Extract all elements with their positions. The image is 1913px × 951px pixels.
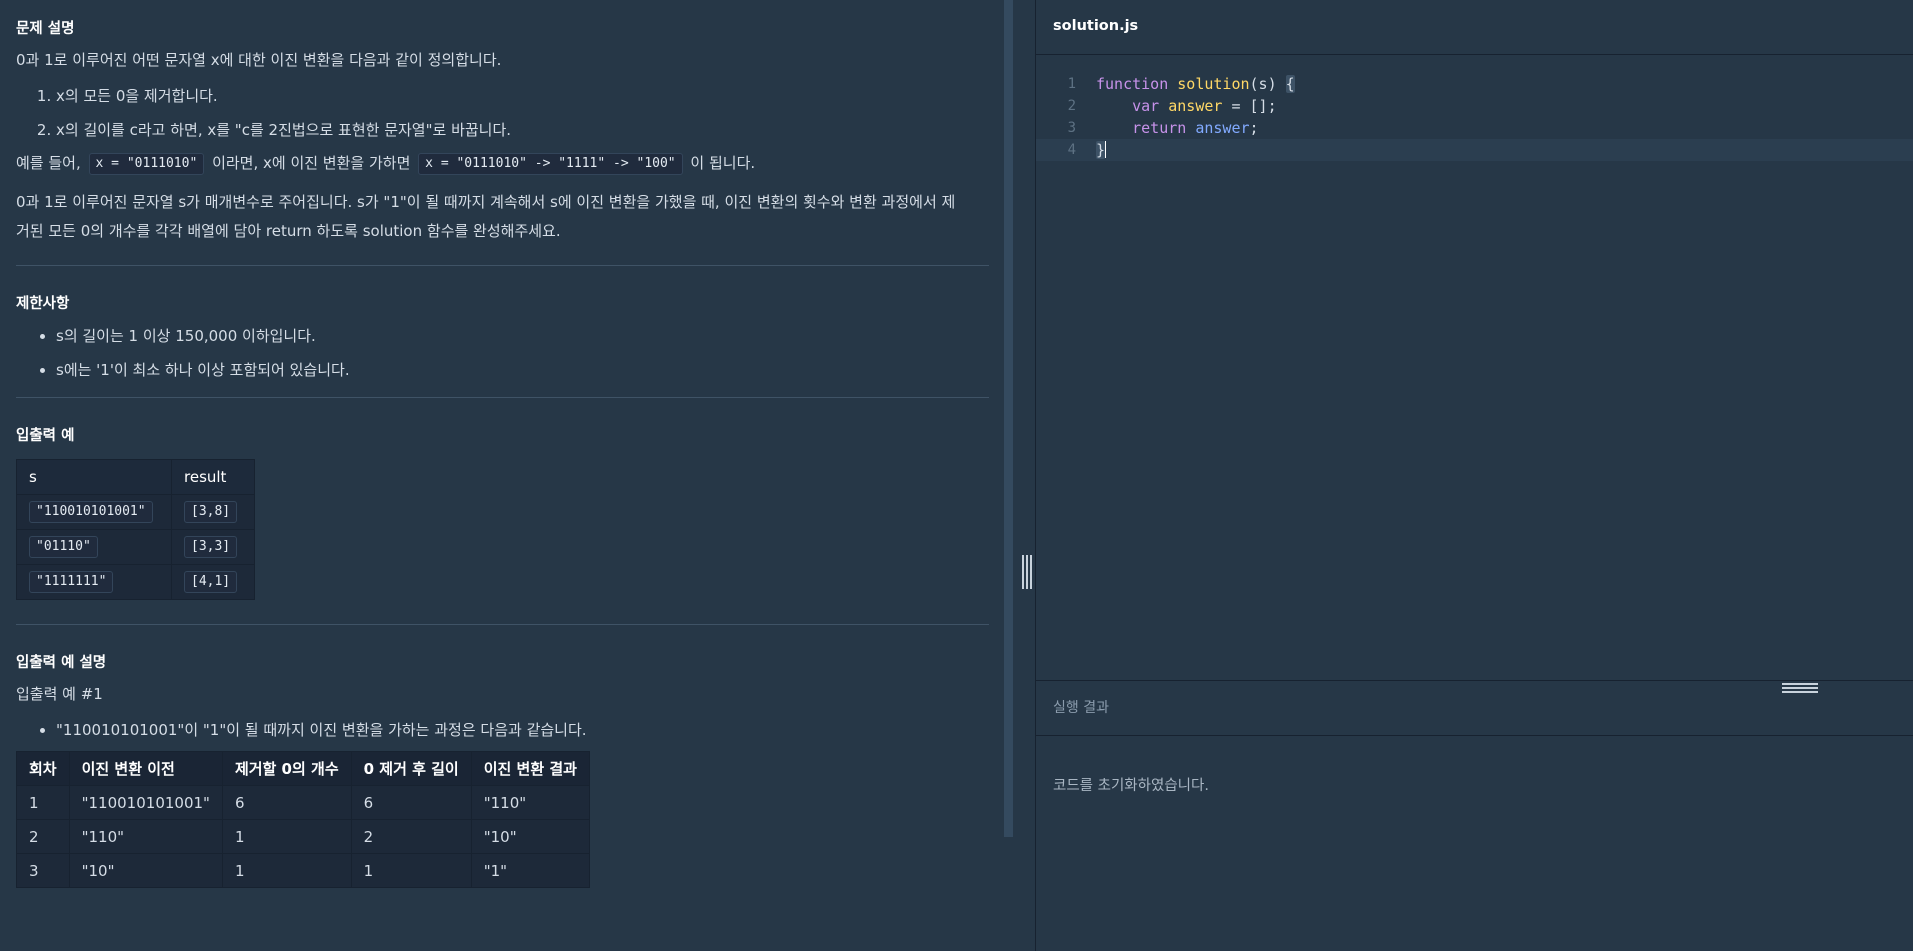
table-cell: "110010101001" xyxy=(68,785,223,820)
problem-steps: x의 모든 0을 제거합니다. x의 길이를 c라고 하면, x를 "c를 2진… xyxy=(16,79,989,147)
table-cell: 1 xyxy=(221,853,352,888)
list-item: s의 길이는 1 이상 150,000 이하입니다. xyxy=(56,319,989,353)
table-cell: 2 xyxy=(16,819,70,854)
example-suffix: 이 됩니다. xyxy=(690,154,756,172)
table-cell: 1 xyxy=(16,785,70,820)
table-cell: 1 xyxy=(350,853,472,888)
table-cell: 6 xyxy=(350,785,472,820)
table-header: 회차 xyxy=(16,751,70,786)
io-explain-title: 입출력 예 설명 xyxy=(16,655,107,671)
problem-title: 문제 설명 xyxy=(16,21,75,37)
list-item: x의 길이를 c라고 하면, x를 "c를 2진법으로 표현한 문자열"로 바꿉… xyxy=(56,113,989,147)
table-cell: "10" xyxy=(68,853,223,888)
example-code-1: x = "0111010" xyxy=(88,153,205,175)
table-header-row: s result xyxy=(16,459,255,495)
table-header: 이진 변환 결과 xyxy=(470,751,590,786)
problem-task-line-1: 0과 1로 이루어진 문자열 s가 매개변수로 주어집니다. s가 "1"이 될… xyxy=(16,193,956,211)
table-cell: 2 xyxy=(350,819,472,854)
problem-panel[interactable]: 문제 설명 0과 1로 이루어진 어떤 문자열 x에 대한 이진 변환을 다음과… xyxy=(0,0,1003,951)
editor-panel: solution.js 1 function solution(s) { 2 v… xyxy=(1035,0,1913,951)
code-line[interactable]: 1 function solution(s) { xyxy=(1036,73,1913,95)
resize-handle-icon[interactable] xyxy=(1022,555,1032,589)
table-row: 2 "110" 1 2 "10" xyxy=(16,819,590,854)
table-header-row: 회차 이진 변환 이전 제거할 0의 개수 0 제거 후 길이 이진 변환 결과 xyxy=(16,751,590,786)
list-item: x의 모든 0을 제거합니다. xyxy=(56,79,989,113)
table-row: 3 "10" 1 1 "1" xyxy=(16,853,590,888)
table-cell: [3,8] xyxy=(171,494,255,530)
line-number: 4 xyxy=(1067,142,1076,158)
panel-divider[interactable] xyxy=(1013,0,1035,951)
io-example-title: 입출력 예 xyxy=(16,428,75,444)
constraints-title: 제한사항 xyxy=(16,296,70,312)
code-line[interactable]: 2 var answer = []; xyxy=(1036,95,1913,117)
table-cell: [4,1] xyxy=(171,564,255,600)
problem-task-line-2: 거된 모든 0의 개수를 각각 배열에 담아 return 하도록 soluti… xyxy=(16,222,561,240)
list-item: "110010101001"이 "1"이 될 때까지 이진 변환을 가하는 과정… xyxy=(56,713,989,747)
table-row: "1111111" [4,1] xyxy=(16,564,255,600)
table-header: 0 제거 후 길이 xyxy=(350,751,472,786)
problem-content: 문제 설명 0과 1로 이루어진 어떤 문자열 x에 대한 이진 변환을 다음과… xyxy=(16,0,989,888)
table-row: "01110" [3,3] xyxy=(16,529,255,565)
table-cell: 6 xyxy=(221,785,352,820)
example-middle: 이라면, x에 이진 변환을 가하면 xyxy=(212,154,411,172)
io-explain-list: "110010101001"이 "1"이 될 때까지 이진 변환을 가하는 과정… xyxy=(16,713,989,747)
table-header: s xyxy=(16,459,172,495)
table-cell: 1 xyxy=(221,819,352,854)
table-cell: "110" xyxy=(470,785,590,820)
table-header: result xyxy=(171,459,255,495)
table-row: "110010101001" [3,8] xyxy=(16,494,255,530)
io-example-table: s result "110010101001" [3,8] "01110" [3… xyxy=(16,459,255,600)
table-cell: "01110" xyxy=(16,529,172,565)
line-number: 3 xyxy=(1067,120,1076,136)
table-header: 이진 변환 이전 xyxy=(68,751,223,786)
result-title: 실행 결과 xyxy=(1053,700,1109,716)
problem-example: 예를 들어, x = "0111010" 이라면, x에 이진 변환을 가하면 … xyxy=(16,149,989,178)
file-name: solution.js xyxy=(1053,18,1139,34)
io-explain-subtitle: 입출력 예 #1 xyxy=(16,685,103,703)
result-header: 실행 결과 xyxy=(1036,680,1913,736)
example-prefix: 예를 들어, xyxy=(16,154,81,172)
resize-handle-icon[interactable] xyxy=(1782,683,1818,693)
line-number: 2 xyxy=(1067,98,1076,114)
table-cell: 3 xyxy=(16,853,70,888)
transform-table: 회차 이진 변환 이전 제거할 0의 개수 0 제거 후 길이 이진 변환 결과… xyxy=(16,751,590,888)
table-cell: "110" xyxy=(68,819,223,854)
list-item: s에는 '1'이 최소 하나 이상 포함되어 있습니다. xyxy=(56,353,989,387)
constraints-list: s의 길이는 1 이상 150,000 이하입니다. s에는 '1'이 최소 하… xyxy=(16,319,989,387)
table-cell: [3,3] xyxy=(171,529,255,565)
problem-intro: 0과 1로 이루어진 어떤 문자열 x에 대한 이진 변환을 다음과 같이 정의… xyxy=(16,51,502,69)
table-cell: "110010101001" xyxy=(16,494,172,530)
table-header: 제거할 0의 개수 xyxy=(221,751,352,786)
table-row: 1 "110010101001" 6 6 "110" xyxy=(16,785,590,820)
code-line[interactable]: 3 return answer; xyxy=(1036,117,1913,139)
result-message: 코드를 초기화하였습니다. xyxy=(1053,778,1209,794)
code-editor[interactable]: 1 function solution(s) { 2 var answer = … xyxy=(1036,55,1913,680)
text-cursor xyxy=(1105,141,1107,158)
table-cell: "1111111" xyxy=(16,564,172,600)
line-number: 1 xyxy=(1067,76,1076,92)
problem-scrollbar[interactable] xyxy=(1004,0,1013,837)
table-cell: "1" xyxy=(470,853,590,888)
table-cell: "10" xyxy=(470,819,590,854)
file-tab[interactable]: solution.js xyxy=(1036,0,1913,55)
example-code-2: x = "0111010" -> "1111" -> "100" xyxy=(418,153,683,175)
code-line-active[interactable]: 4 } xyxy=(1036,139,1913,161)
